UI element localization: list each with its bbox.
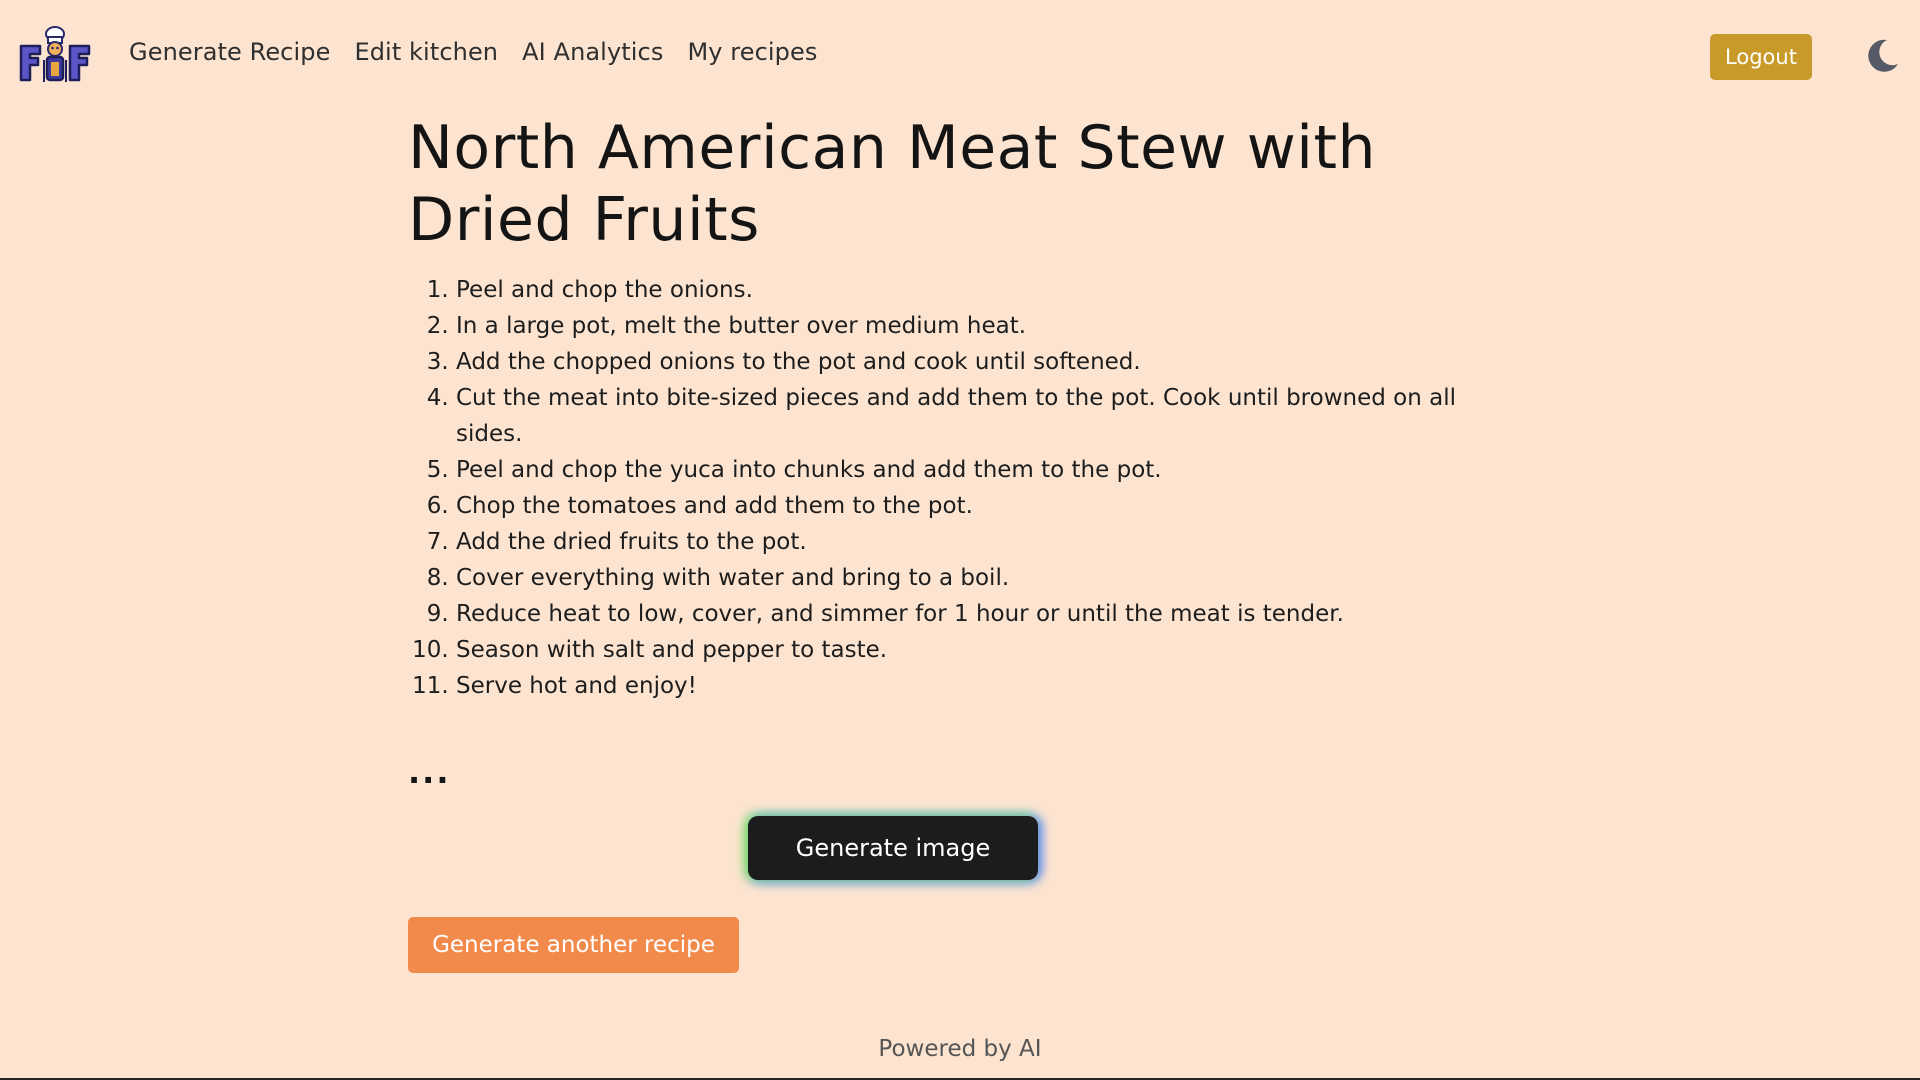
recipe-step: Season with salt and pepper to taste. [456,632,1508,668]
logout-button[interactable]: Logout [1710,34,1812,80]
nav-ai-analytics[interactable]: AI Analytics [522,38,663,66]
recipe-step: Peel and chop the yuca into chunks and a… [456,452,1508,488]
recipe-step: Chop the tomatoes and add them to the po… [456,488,1508,524]
footer-text: Powered by AI [878,1036,1042,1062]
nav-my-recipes[interactable]: My recipes [687,38,817,66]
main-nav: Generate Recipe Edit kitchen AI Analytic… [129,38,817,66]
recipe-step: Add the dried fruits to the pot. [456,524,1508,560]
generate-image-wrapper: Generate image [748,816,1038,880]
recipe-step: Add the chopped onions to the pot and co… [456,344,1508,380]
loading-ellipsis: ... [408,753,451,791]
app-logo[interactable] [18,24,92,86]
recipe-step: In a large pot, melt the butter over med… [456,308,1508,344]
logo-icon [19,26,91,82]
recipe-step: Cover everything with water and bring to… [456,560,1508,596]
nav-generate-recipe[interactable]: Generate Recipe [129,38,330,66]
recipe-title: North American Meat Stew with Dried Frui… [408,113,1376,255]
navbar: Generate Recipe Edit kitchen AI Analytic… [0,0,1920,112]
nav-edit-kitchen[interactable]: Edit kitchen [354,38,498,66]
recipe-steps-list: Peel and chop the onions. In a large pot… [408,272,1508,704]
generate-image-button[interactable]: Generate image [748,816,1038,880]
recipe-section: North American Meat Stew with Dried Frui… [408,112,1508,791]
generate-another-recipe-button[interactable]: Generate another recipe [408,917,739,973]
recipe-step: Serve hot and enjoy! [456,668,1508,704]
recipe-step: Cut the meat into bite-sized pieces and … [456,380,1508,452]
recipe-step: Peel and chop the onions. [456,272,1508,308]
recipe-step: Reduce heat to low, cover, and simmer fo… [456,596,1508,632]
moon-icon [1868,39,1898,72]
theme-toggle[interactable] [1862,36,1902,76]
